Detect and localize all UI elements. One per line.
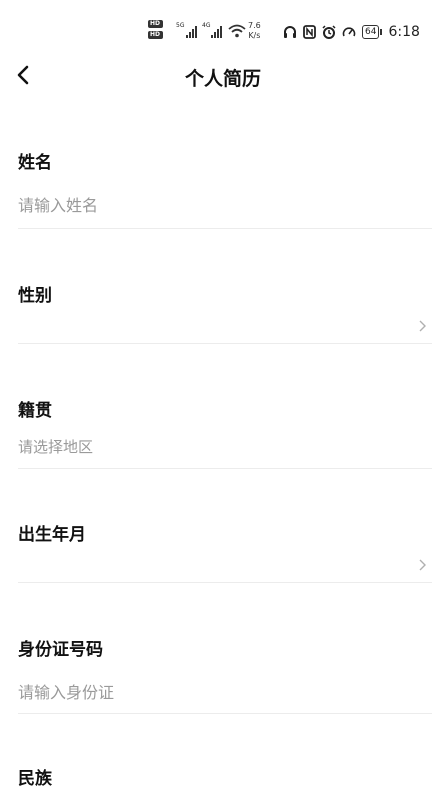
nav-bar: 个人简历 xyxy=(0,58,446,98)
id-number-field[interactable]: 身份证号码 请输入身份证 xyxy=(18,635,432,714)
ethnicity-field[interactable]: 民族 xyxy=(18,764,432,789)
divider xyxy=(18,228,432,229)
alarm-icon xyxy=(322,25,336,39)
name-input[interactable]: 请输入姓名 xyxy=(18,192,98,216)
signal-icon xyxy=(186,26,197,38)
native-place-select[interactable]: 请选择地区 xyxy=(18,436,93,457)
divider xyxy=(18,343,432,344)
speedometer-icon xyxy=(342,27,356,37)
network-speed: 7.6 K/s xyxy=(248,21,261,40)
id-number-input[interactable]: 请输入身份证 xyxy=(18,679,114,703)
native-place-label: 籍贯 xyxy=(18,401,52,421)
signal-icon xyxy=(211,26,222,38)
wifi-icon xyxy=(228,24,246,38)
ethnicity-label: 民族 xyxy=(18,769,52,789)
birth-date-field[interactable]: 出生年月 xyxy=(18,520,432,583)
chevron-right-icon[interactable] xyxy=(416,319,428,333)
page-title: 个人简历 xyxy=(184,68,261,90)
network-type-1: 5G xyxy=(176,22,185,29)
native-place-field[interactable]: 籍贯 请选择地区 xyxy=(18,396,432,469)
clock: 6:18 xyxy=(388,24,420,40)
status-bar: HD HD 5G 4G 7.6 K/s 64 6:18 xyxy=(0,0,446,62)
hd-badge-icon: HD HD xyxy=(148,20,170,42)
battery-icon: 64 xyxy=(362,25,383,39)
divider xyxy=(18,468,432,469)
nfc-icon xyxy=(303,25,316,39)
chevron-right-icon[interactable] xyxy=(416,558,428,572)
id-number-label: 身份证号码 xyxy=(18,640,103,660)
gender-field[interactable]: 性别 xyxy=(18,281,432,344)
gender-label: 性别 xyxy=(18,286,52,306)
name-field[interactable]: 姓名 请输入姓名 xyxy=(18,148,432,229)
network-type-2: 4G xyxy=(202,22,211,29)
divider xyxy=(18,713,432,714)
headphones-icon xyxy=(284,26,296,38)
divider xyxy=(18,582,432,583)
birth-date-label: 出生年月 xyxy=(18,525,86,545)
name-label: 姓名 xyxy=(18,153,52,173)
